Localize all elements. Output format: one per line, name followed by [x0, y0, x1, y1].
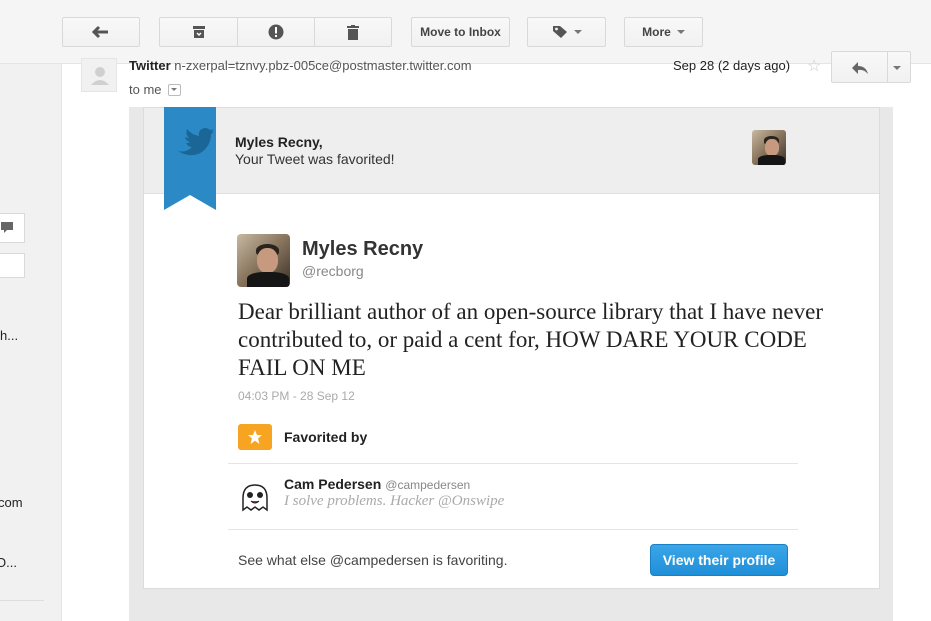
greeting-message: Your Tweet was favorited! — [235, 151, 395, 167]
see-what-text: See what else @campedersen is favoriting… — [238, 552, 508, 568]
divider — [228, 529, 798, 530]
favoriter-avatar[interactable] — [238, 480, 272, 514]
more-label: More — [642, 25, 671, 39]
chat-search-input[interactable] — [0, 253, 25, 278]
toolbar: Move to Inbox More — [0, 0, 931, 64]
notification-header: Myles Recny, Your Tweet was favorited! — [144, 108, 879, 194]
chevron-down-icon — [171, 88, 178, 91]
star-icon[interactable]: ☆ — [807, 56, 821, 76]
back-arrow-icon — [92, 25, 108, 39]
ghost-avatar-icon — [242, 484, 268, 512]
sidebar-snippet: h... — [0, 328, 19, 343]
back-button[interactable] — [62, 17, 140, 47]
tweet-text: Dear brilliant author of an open-source … — [238, 299, 823, 380]
more-button[interactable]: More — [624, 17, 703, 47]
archive-button[interactable] — [159, 17, 238, 47]
chat-icon — [1, 222, 13, 233]
archive-icon — [192, 26, 205, 38]
details-dropdown[interactable] — [167, 83, 181, 96]
favorited-by-label: Favorited by — [284, 429, 368, 445]
notification-card: Myles Recny, Your Tweet was favorited! M… — [143, 107, 880, 589]
sender-avatar — [81, 58, 117, 92]
chevron-down-icon — [573, 30, 582, 34]
greeting-name: Myles Recny, — [235, 134, 323, 150]
tweet-author-name[interactable]: Myles Recny — [302, 238, 423, 261]
sender-line: Twitter n-zxerpal=tznvy.pbz-005ce@postma… — [129, 58, 472, 73]
tweet-author-handle[interactable]: @recborg — [302, 263, 364, 279]
chevron-down-icon — [676, 30, 685, 34]
person-icon — [91, 67, 109, 85]
favoriter-name[interactable]: Cam Pedersen — [284, 476, 381, 492]
spam-icon — [268, 24, 284, 40]
view-profile-button[interactable]: View their profile — [650, 544, 788, 576]
move-to-inbox-label: Move to Inbox — [420, 25, 501, 39]
message-date: Sep 28 (2 days ago) — [673, 58, 791, 73]
sender-name[interactable]: Twitter — [129, 58, 171, 73]
tweet-timestamp[interactable]: 04:03 PM - 28 Sep 12 — [238, 389, 355, 403]
tag-icon — [552, 26, 567, 38]
sidebar-snippet: com — [0, 495, 23, 510]
favoriter-name-line: Cam Pedersen @campedersen — [284, 476, 470, 492]
favoriter-bio: I solve problems. Hacker @Onswipe — [284, 493, 505, 509]
reply-icon[interactable] — [851, 61, 869, 75]
recipient-line: to me — [129, 82, 181, 97]
sidebar-divider — [0, 600, 44, 601]
tweet-author-avatar[interactable] — [237, 234, 290, 287]
header-avatar[interactable] — [752, 130, 786, 165]
sender-address: n-zxerpal=tznvy.pbz-005ce@postmaster.twi… — [174, 58, 472, 73]
divider — [228, 463, 798, 464]
divider — [887, 52, 888, 82]
trash-icon — [347, 24, 359, 40]
report-spam-button[interactable] — [237, 17, 315, 47]
delete-button[interactable] — [314, 17, 392, 47]
left-sidebar: h... com O... — [0, 64, 62, 621]
twitter-ribbon — [164, 107, 216, 210]
reply-more-dropdown[interactable] — [893, 66, 901, 70]
chat-status-button[interactable] — [0, 213, 25, 243]
to-me-label: to me — [129, 82, 162, 97]
favorite-star-icon — [238, 424, 272, 450]
reply-button-group — [831, 51, 911, 83]
favoriter-handle[interactable]: @campedersen — [385, 478, 470, 492]
move-to-inbox-button[interactable]: Move to Inbox — [411, 17, 510, 47]
sidebar-snippet: O... — [0, 555, 17, 570]
labels-button[interactable] — [527, 17, 606, 47]
